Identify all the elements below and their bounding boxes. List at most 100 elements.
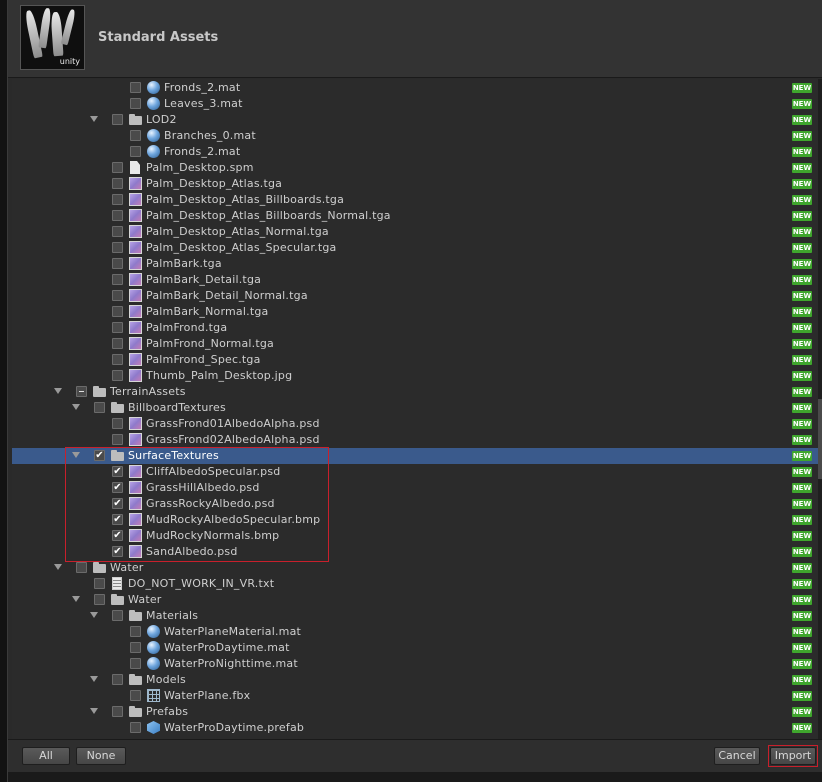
mesh-icon (147, 689, 160, 702)
include-checkbox[interactable] (112, 114, 123, 125)
tree-folder-row[interactable]: Prefabs NEW (12, 704, 818, 720)
tree-file-row[interactable]: Palm_Desktop_Atlas_Billboards_Normal.tga… (12, 208, 818, 224)
asset-tree[interactable]: Fronds_2.mat NEW Leaves_3.mat NEW LOD2 NEW Bra… (12, 79, 818, 739)
include-checkbox[interactable] (112, 674, 123, 685)
expand-arrow-icon[interactable] (54, 564, 62, 570)
include-checkbox[interactable] (130, 626, 141, 637)
tree-folder-row[interactable]: ✔ SurfaceTextures NEW (12, 448, 818, 464)
cancel-button[interactable]: Cancel (714, 747, 760, 765)
include-checkbox[interactable] (112, 178, 123, 189)
include-checkbox[interactable] (94, 578, 105, 589)
tree-file-row[interactable]: Branches_0.mat NEW (12, 128, 818, 144)
include-checkbox[interactable] (112, 210, 123, 221)
material-icon (147, 129, 160, 142)
include-checkbox[interactable]: ✔ (94, 450, 105, 461)
include-checkbox[interactable] (112, 610, 123, 621)
expand-arrow-icon[interactable] (72, 596, 80, 602)
tree-folder-row[interactable]: Water NEW (12, 592, 818, 608)
scrollbar-thumb[interactable] (818, 399, 822, 479)
tree-file-row[interactable]: ✔ GrassHillAlbedo.psd NEW (12, 480, 818, 496)
tree-folder-row[interactable]: Models NEW (12, 672, 818, 688)
tree-folder-row[interactable]: Materials NEW (12, 608, 818, 624)
tree-file-row[interactable]: DO_NOT_WORK_IN_VR.txt NEW (12, 576, 818, 592)
include-checkbox[interactable] (112, 274, 123, 285)
expand-arrow-icon[interactable] (90, 612, 98, 618)
include-checkbox[interactable]: ✔ (112, 498, 123, 509)
tree-folder-row[interactable]: Water NEW (12, 560, 818, 576)
include-checkbox[interactable] (112, 194, 123, 205)
tree-file-row[interactable]: PalmBark_Detail.tga NEW (12, 272, 818, 288)
tree-file-row[interactable]: ✔ CliffAlbedoSpecular.psd NEW (12, 464, 818, 480)
tree-file-row[interactable]: PalmFrond_Normal.tga NEW (12, 336, 818, 352)
tree-file-row[interactable]: Palm_Desktop_Atlas_Billboards.tga NEW (12, 192, 818, 208)
folder-icon (129, 705, 142, 718)
tree-file-row[interactable]: GrassFrond01AlbedoAlpha.psd NEW (12, 416, 818, 432)
tree-file-row[interactable]: WaterPlane.fbx NEW (12, 688, 818, 704)
include-checkbox[interactable] (112, 290, 123, 301)
include-checkbox[interactable]: ✔ (112, 466, 123, 477)
include-checkbox[interactable] (130, 722, 141, 733)
tree-file-row[interactable]: Palm_Desktop_Atlas.tga NEW (12, 176, 818, 192)
expand-arrow-icon[interactable] (72, 452, 80, 458)
include-checkbox[interactable] (76, 386, 87, 397)
tree-file-row[interactable]: PalmFrond.tga NEW (12, 320, 818, 336)
include-checkbox[interactable]: ✔ (112, 530, 123, 541)
tree-file-row[interactable]: Palm_Desktop.spm NEW (12, 160, 818, 176)
tree-folder-row[interactable]: BillboardTextures NEW (12, 400, 818, 416)
tree-file-row[interactable]: WaterPlaneMaterial.mat NEW (12, 624, 818, 640)
tree-file-row[interactable]: PalmFrond_Spec.tga NEW (12, 352, 818, 368)
all-button[interactable]: All (22, 747, 70, 765)
tree-file-row[interactable]: WaterProDaytime.mat NEW (12, 640, 818, 656)
tree-file-row[interactable]: Palm_Desktop_Atlas_Specular.tga NEW (12, 240, 818, 256)
include-checkbox[interactable] (94, 594, 105, 605)
none-button[interactable]: None (76, 747, 126, 765)
include-checkbox[interactable] (130, 82, 141, 93)
include-checkbox[interactable] (112, 354, 123, 365)
include-checkbox[interactable] (112, 322, 123, 333)
tree-file-row[interactable]: GrassFrond02AlbedoAlpha.psd NEW (12, 432, 818, 448)
include-checkbox[interactable] (130, 642, 141, 653)
include-checkbox[interactable]: ✔ (112, 482, 123, 493)
include-checkbox[interactable] (112, 370, 123, 381)
tree-folder-row[interactable]: LOD2 NEW (12, 112, 818, 128)
include-checkbox[interactable] (112, 434, 123, 445)
tree-file-row[interactable]: Palm_Desktop_Atlas_Normal.tga NEW (12, 224, 818, 240)
include-checkbox[interactable] (112, 706, 123, 717)
include-checkbox[interactable] (130, 658, 141, 669)
tree-file-row[interactable]: ✔ MudRockyNormals.bmp NEW (12, 528, 818, 544)
tree-file-row[interactable]: Fronds_2.mat NEW (12, 80, 818, 96)
include-checkbox[interactable] (130, 690, 141, 701)
include-checkbox[interactable] (112, 306, 123, 317)
tree-file-row[interactable]: ✔ SandAlbedo.psd NEW (12, 544, 818, 560)
include-checkbox[interactable] (112, 226, 123, 237)
expand-arrow-icon[interactable] (90, 116, 98, 122)
include-checkbox[interactable] (112, 258, 123, 269)
include-checkbox[interactable] (130, 98, 141, 109)
tree-file-row[interactable]: PalmBark_Detail_Normal.tga NEW (12, 288, 818, 304)
expand-arrow-icon[interactable] (90, 708, 98, 714)
include-checkbox[interactable] (76, 562, 87, 573)
include-checkbox[interactable] (112, 162, 123, 173)
tree-file-row[interactable]: Thumb_Palm_Desktop.jpg NEW (12, 368, 818, 384)
expand-arrow-icon[interactable] (90, 676, 98, 682)
tree-file-row[interactable]: ✔ MudRockyAlbedoSpecular.bmp NEW (12, 512, 818, 528)
include-checkbox[interactable] (112, 338, 123, 349)
include-checkbox[interactable]: ✔ (112, 514, 123, 525)
tree-scrollbar[interactable] (818, 79, 822, 739)
tree-file-row[interactable]: WaterProDaytime.prefab NEW (12, 720, 818, 736)
expand-arrow-icon[interactable] (54, 388, 62, 394)
tree-file-row[interactable]: WaterProNighttime.mat NEW (12, 656, 818, 672)
include-checkbox[interactable] (130, 130, 141, 141)
include-checkbox[interactable]: ✔ (112, 546, 123, 557)
tree-file-row[interactable]: Leaves_3.mat NEW (12, 96, 818, 112)
include-checkbox[interactable] (130, 146, 141, 157)
tree-file-row[interactable]: ✔ GrassRockyAlbedo.psd NEW (12, 496, 818, 512)
tree-folder-row[interactable]: TerrainAssets NEW (12, 384, 818, 400)
include-checkbox[interactable] (112, 242, 123, 253)
expand-arrow-icon[interactable] (72, 404, 80, 410)
include-checkbox[interactable] (94, 402, 105, 413)
tree-file-row[interactable]: Fronds_2.mat NEW (12, 144, 818, 160)
tree-file-row[interactable]: PalmBark_Normal.tga NEW (12, 304, 818, 320)
tree-file-row[interactable]: PalmBark.tga NEW (12, 256, 818, 272)
include-checkbox[interactable] (112, 418, 123, 429)
